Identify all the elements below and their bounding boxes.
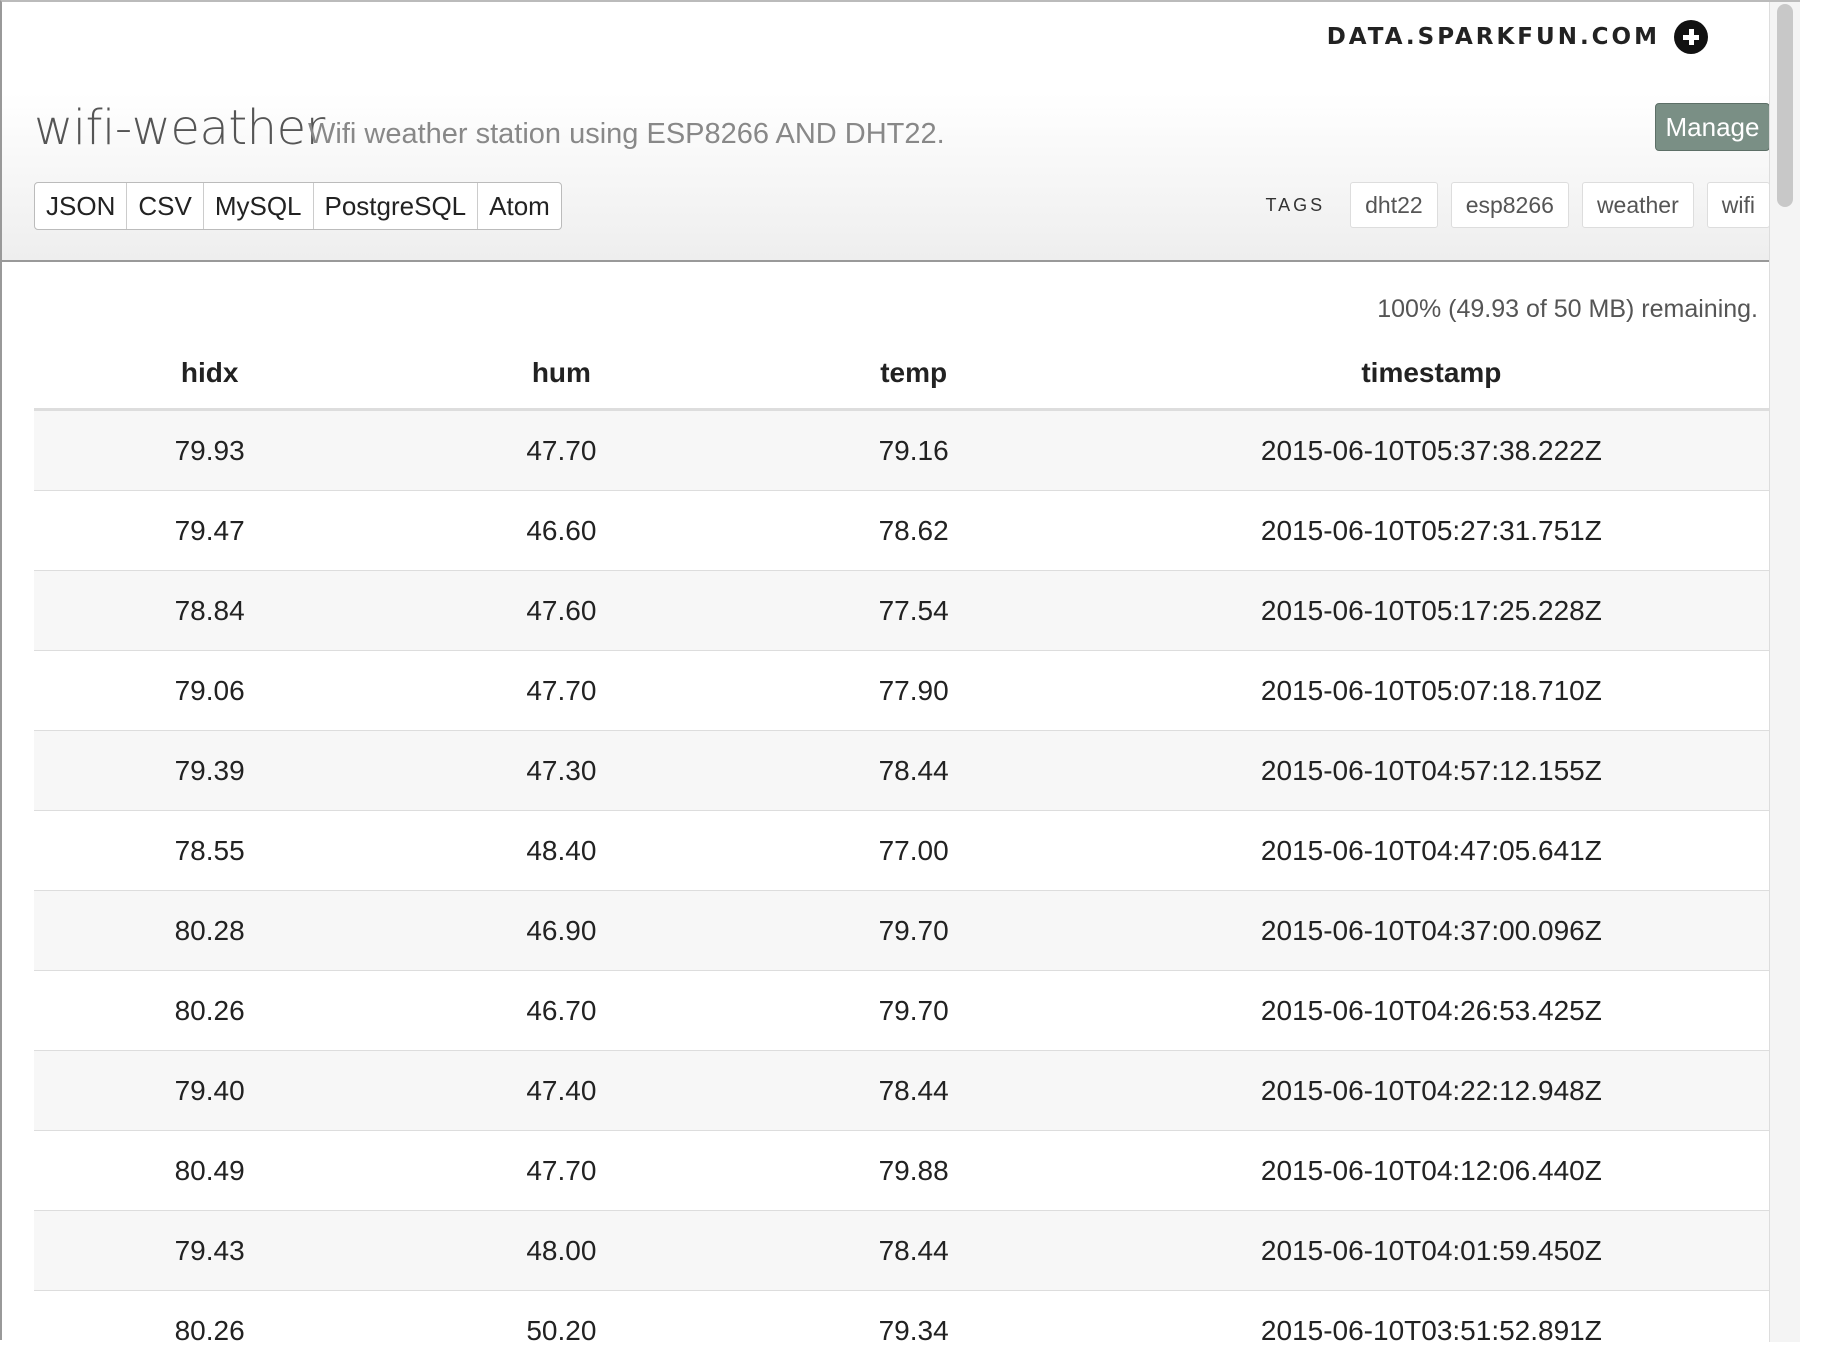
table-row: 80.2846.9079.702015-06-10T04:37:00.096Z (34, 891, 1773, 971)
table-row: 79.4746.6078.622015-06-10T05:27:31.751Z (34, 491, 1773, 571)
table-cell-timestamp: 2015-06-10T05:07:18.710Z (1090, 651, 1773, 731)
format-mysql-button[interactable]: MySQL (204, 183, 314, 229)
table-cell-timestamp: 2015-06-10T04:12:06.440Z (1090, 1131, 1773, 1211)
table-row: 80.4947.7079.882015-06-10T04:12:06.440Z (34, 1131, 1773, 1211)
brand[interactable]: DATA.SPARKFUN.COM (1327, 20, 1708, 54)
table-cell-temp: 79.34 (738, 1291, 1090, 1370)
table-cell-timestamp: 2015-06-10T04:26:53.425Z (1090, 971, 1773, 1051)
table-row: 80.2650.2079.342015-06-10T03:51:52.891Z (34, 1291, 1773, 1370)
table-cell-timestamp: 2015-06-10T05:27:31.751Z (1090, 491, 1773, 571)
table-cell-temp: 79.70 (738, 971, 1090, 1051)
browser-window: DATA.SPARKFUN.COM wifi-weather Wifi weat… (0, 0, 1800, 1340)
table-cell-timestamp: 2015-06-10T03:51:52.891Z (1090, 1291, 1773, 1370)
column-header-hidx: hidx (34, 338, 385, 410)
data-table: hidx hum temp timestamp 79.9347.7079.162… (34, 338, 1773, 1370)
table-cell-hidx: 79.39 (34, 731, 385, 811)
table-cell-timestamp: 2015-06-10T04:01:59.450Z (1090, 1211, 1773, 1291)
table-cell-hum: 47.30 (385, 731, 737, 811)
table-row: 78.8447.6077.542015-06-10T05:17:25.228Z (34, 571, 1773, 651)
stream-title: wifi-weather (34, 100, 325, 156)
format-atom-button[interactable]: Atom (478, 183, 561, 229)
table-cell-temp: 78.44 (738, 731, 1090, 811)
table-cell-temp: 77.00 (738, 811, 1090, 891)
tag-dht22[interactable]: dht22 (1350, 182, 1438, 228)
table-cell-hidx: 80.49 (34, 1131, 385, 1211)
table-cell-hidx: 79.43 (34, 1211, 385, 1291)
table-cell-temp: 78.44 (738, 1051, 1090, 1131)
table-cell-timestamp: 2015-06-10T05:17:25.228Z (1090, 571, 1773, 651)
table-cell-hum: 46.90 (385, 891, 737, 971)
table-cell-temp: 79.88 (738, 1131, 1090, 1211)
table-cell-timestamp: 2015-06-10T05:37:38.222Z (1090, 410, 1773, 491)
vertical-scrollbar[interactable] (1769, 2, 1800, 1342)
manage-button[interactable]: Manage (1655, 103, 1770, 151)
table-row: 79.9347.7079.162015-06-10T05:37:38.222Z (34, 410, 1773, 491)
table-row: 78.5548.4077.002015-06-10T04:47:05.641Z (34, 811, 1773, 891)
table-cell-timestamp: 2015-06-10T04:37:00.096Z (1090, 891, 1773, 971)
table-cell-temp: 78.44 (738, 1211, 1090, 1291)
table-cell-hidx: 78.84 (34, 571, 385, 651)
table-cell-hum: 47.40 (385, 1051, 737, 1131)
table-cell-temp: 79.16 (738, 410, 1090, 491)
table-row: 79.4348.0078.442015-06-10T04:01:59.450Z (34, 1211, 1773, 1291)
table-cell-hum: 47.60 (385, 571, 737, 651)
table-cell-hidx: 79.47 (34, 491, 385, 571)
table-cell-hum: 47.70 (385, 410, 737, 491)
table-cell-timestamp: 2015-06-10T04:57:12.155Z (1090, 731, 1773, 811)
format-csv-button[interactable]: CSV (127, 183, 203, 229)
brand-link[interactable]: DATA.SPARKFUN.COM (1327, 24, 1660, 50)
table-cell-hidx: 79.40 (34, 1051, 385, 1131)
column-header-temp: temp (738, 338, 1090, 410)
tags-label: TAGS (1265, 195, 1325, 216)
column-header-timestamp: timestamp (1090, 338, 1773, 410)
plus-circle-icon[interactable] (1674, 20, 1708, 54)
tags-group: TAGS dht22 esp8266 weather wifi (1265, 182, 1770, 228)
tag-weather[interactable]: weather (1582, 182, 1694, 228)
table-cell-hidx: 80.28 (34, 891, 385, 971)
table-cell-timestamp: 2015-06-10T04:22:12.948Z (1090, 1051, 1773, 1131)
table-cell-timestamp: 2015-06-10T04:47:05.641Z (1090, 811, 1773, 891)
scrollbar-thumb[interactable] (1777, 4, 1793, 207)
table-cell-hum: 47.70 (385, 1131, 737, 1211)
table-cell-hidx: 79.93 (34, 410, 385, 491)
format-postgresql-button[interactable]: PostgreSQL (314, 183, 479, 229)
column-header-hum: hum (385, 338, 737, 410)
table-cell-hum: 50.20 (385, 1291, 737, 1370)
table-header-row: hidx hum temp timestamp (34, 338, 1773, 410)
stream-header: DATA.SPARKFUN.COM wifi-weather Wifi weat… (2, 2, 1800, 262)
table-cell-temp: 77.54 (738, 571, 1090, 651)
table-cell-hidx: 78.55 (34, 811, 385, 891)
table-row: 79.3947.3078.442015-06-10T04:57:12.155Z (34, 731, 1773, 811)
table-cell-hum: 46.60 (385, 491, 737, 571)
tag-wifi[interactable]: wifi (1707, 182, 1770, 228)
table-row: 79.4047.4078.442015-06-10T04:22:12.948Z (34, 1051, 1773, 1131)
table-cell-hidx: 79.06 (34, 651, 385, 731)
table-cell-temp: 78.62 (738, 491, 1090, 571)
table-cell-hidx: 80.26 (34, 971, 385, 1051)
table-cell-hum: 48.00 (385, 1211, 737, 1291)
table-row: 79.0647.7077.902015-06-10T05:07:18.710Z (34, 651, 1773, 731)
tag-esp8266[interactable]: esp8266 (1451, 182, 1569, 228)
table-cell-hum: 47.70 (385, 651, 737, 731)
table-cell-hum: 48.40 (385, 811, 737, 891)
stream-description: Wifi weather station using ESP8266 AND D… (308, 118, 945, 151)
table-cell-temp: 77.90 (738, 651, 1090, 731)
table-cell-temp: 79.70 (738, 891, 1090, 971)
table-row: 80.2646.7079.702015-06-10T04:26:53.425Z (34, 971, 1773, 1051)
export-format-group: JSON CSV MySQL PostgreSQL Atom (34, 182, 562, 230)
table-cell-hum: 46.70 (385, 971, 737, 1051)
storage-remaining: 100% (49.93 of 50 MB) remaining. (1377, 295, 1758, 324)
format-json-button[interactable]: JSON (35, 183, 127, 229)
table-cell-hidx: 80.26 (34, 1291, 385, 1370)
